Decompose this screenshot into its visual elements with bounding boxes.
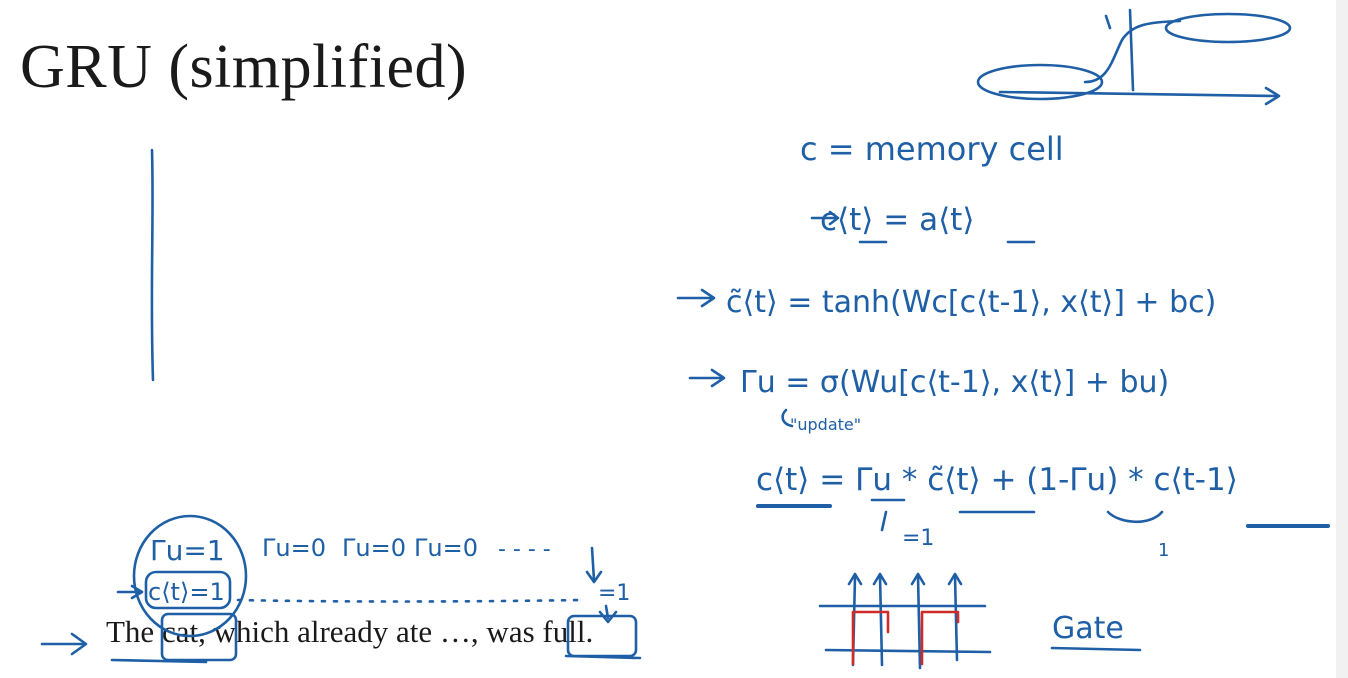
gate-diagram xyxy=(818,572,992,670)
trailing-dashes: - - - - xyxy=(498,537,551,562)
equation-candidate: c̃⟨t⟩ = tanh(Wc[c⟨t-1⟩, x⟨t⟩] + bc) xyxy=(726,285,1216,320)
update-gate-zero-2: Γu=0 xyxy=(342,534,406,562)
memory-cell-one: c⟨t⟩=1 xyxy=(148,578,225,606)
memory-cell-definition: c = memory cell xyxy=(800,130,1064,168)
update-gate-zero-3: Γu=0 xyxy=(414,534,478,562)
scrollbar-edge xyxy=(1336,0,1348,678)
gate-label: Gate xyxy=(1052,611,1124,646)
sigmoid-sketch xyxy=(976,8,1292,106)
update-gate-zero-1: Γu=0 xyxy=(262,534,326,562)
update-gate-one: Γu=1 xyxy=(150,534,225,567)
left-vertical-stroke xyxy=(150,148,155,382)
one-minus-gate-value: 1 xyxy=(1158,540,1169,561)
dotted-carry-line xyxy=(236,598,582,603)
was-highlight xyxy=(566,614,638,658)
lecture-slide: GRU (simplified) The cat, which already … xyxy=(0,0,1348,678)
cat-highlight xyxy=(160,612,238,662)
update-annotation: "update" xyxy=(790,415,861,434)
equation-c-update: c⟨t⟩ = Γu * c̃⟨t⟩ + (1-Γu) * c⟨t-1⟩ xyxy=(756,462,1238,498)
equation-update-gate: Γu = σ(Wu[c⟨t-1⟩, x⟨t⟩] + bu) xyxy=(740,365,1169,400)
target-equals-one: =1 xyxy=(598,581,630,606)
equation-c-equals-a: c⟨t⟩ = a⟨t⟩ xyxy=(820,202,974,238)
gate-equals-one-note: =1 xyxy=(902,526,934,551)
handwritten-annotations: c = memory cell c⟨t⟩ = a⟨t⟩ c̃⟨t⟩ = tanh… xyxy=(40,8,1330,670)
